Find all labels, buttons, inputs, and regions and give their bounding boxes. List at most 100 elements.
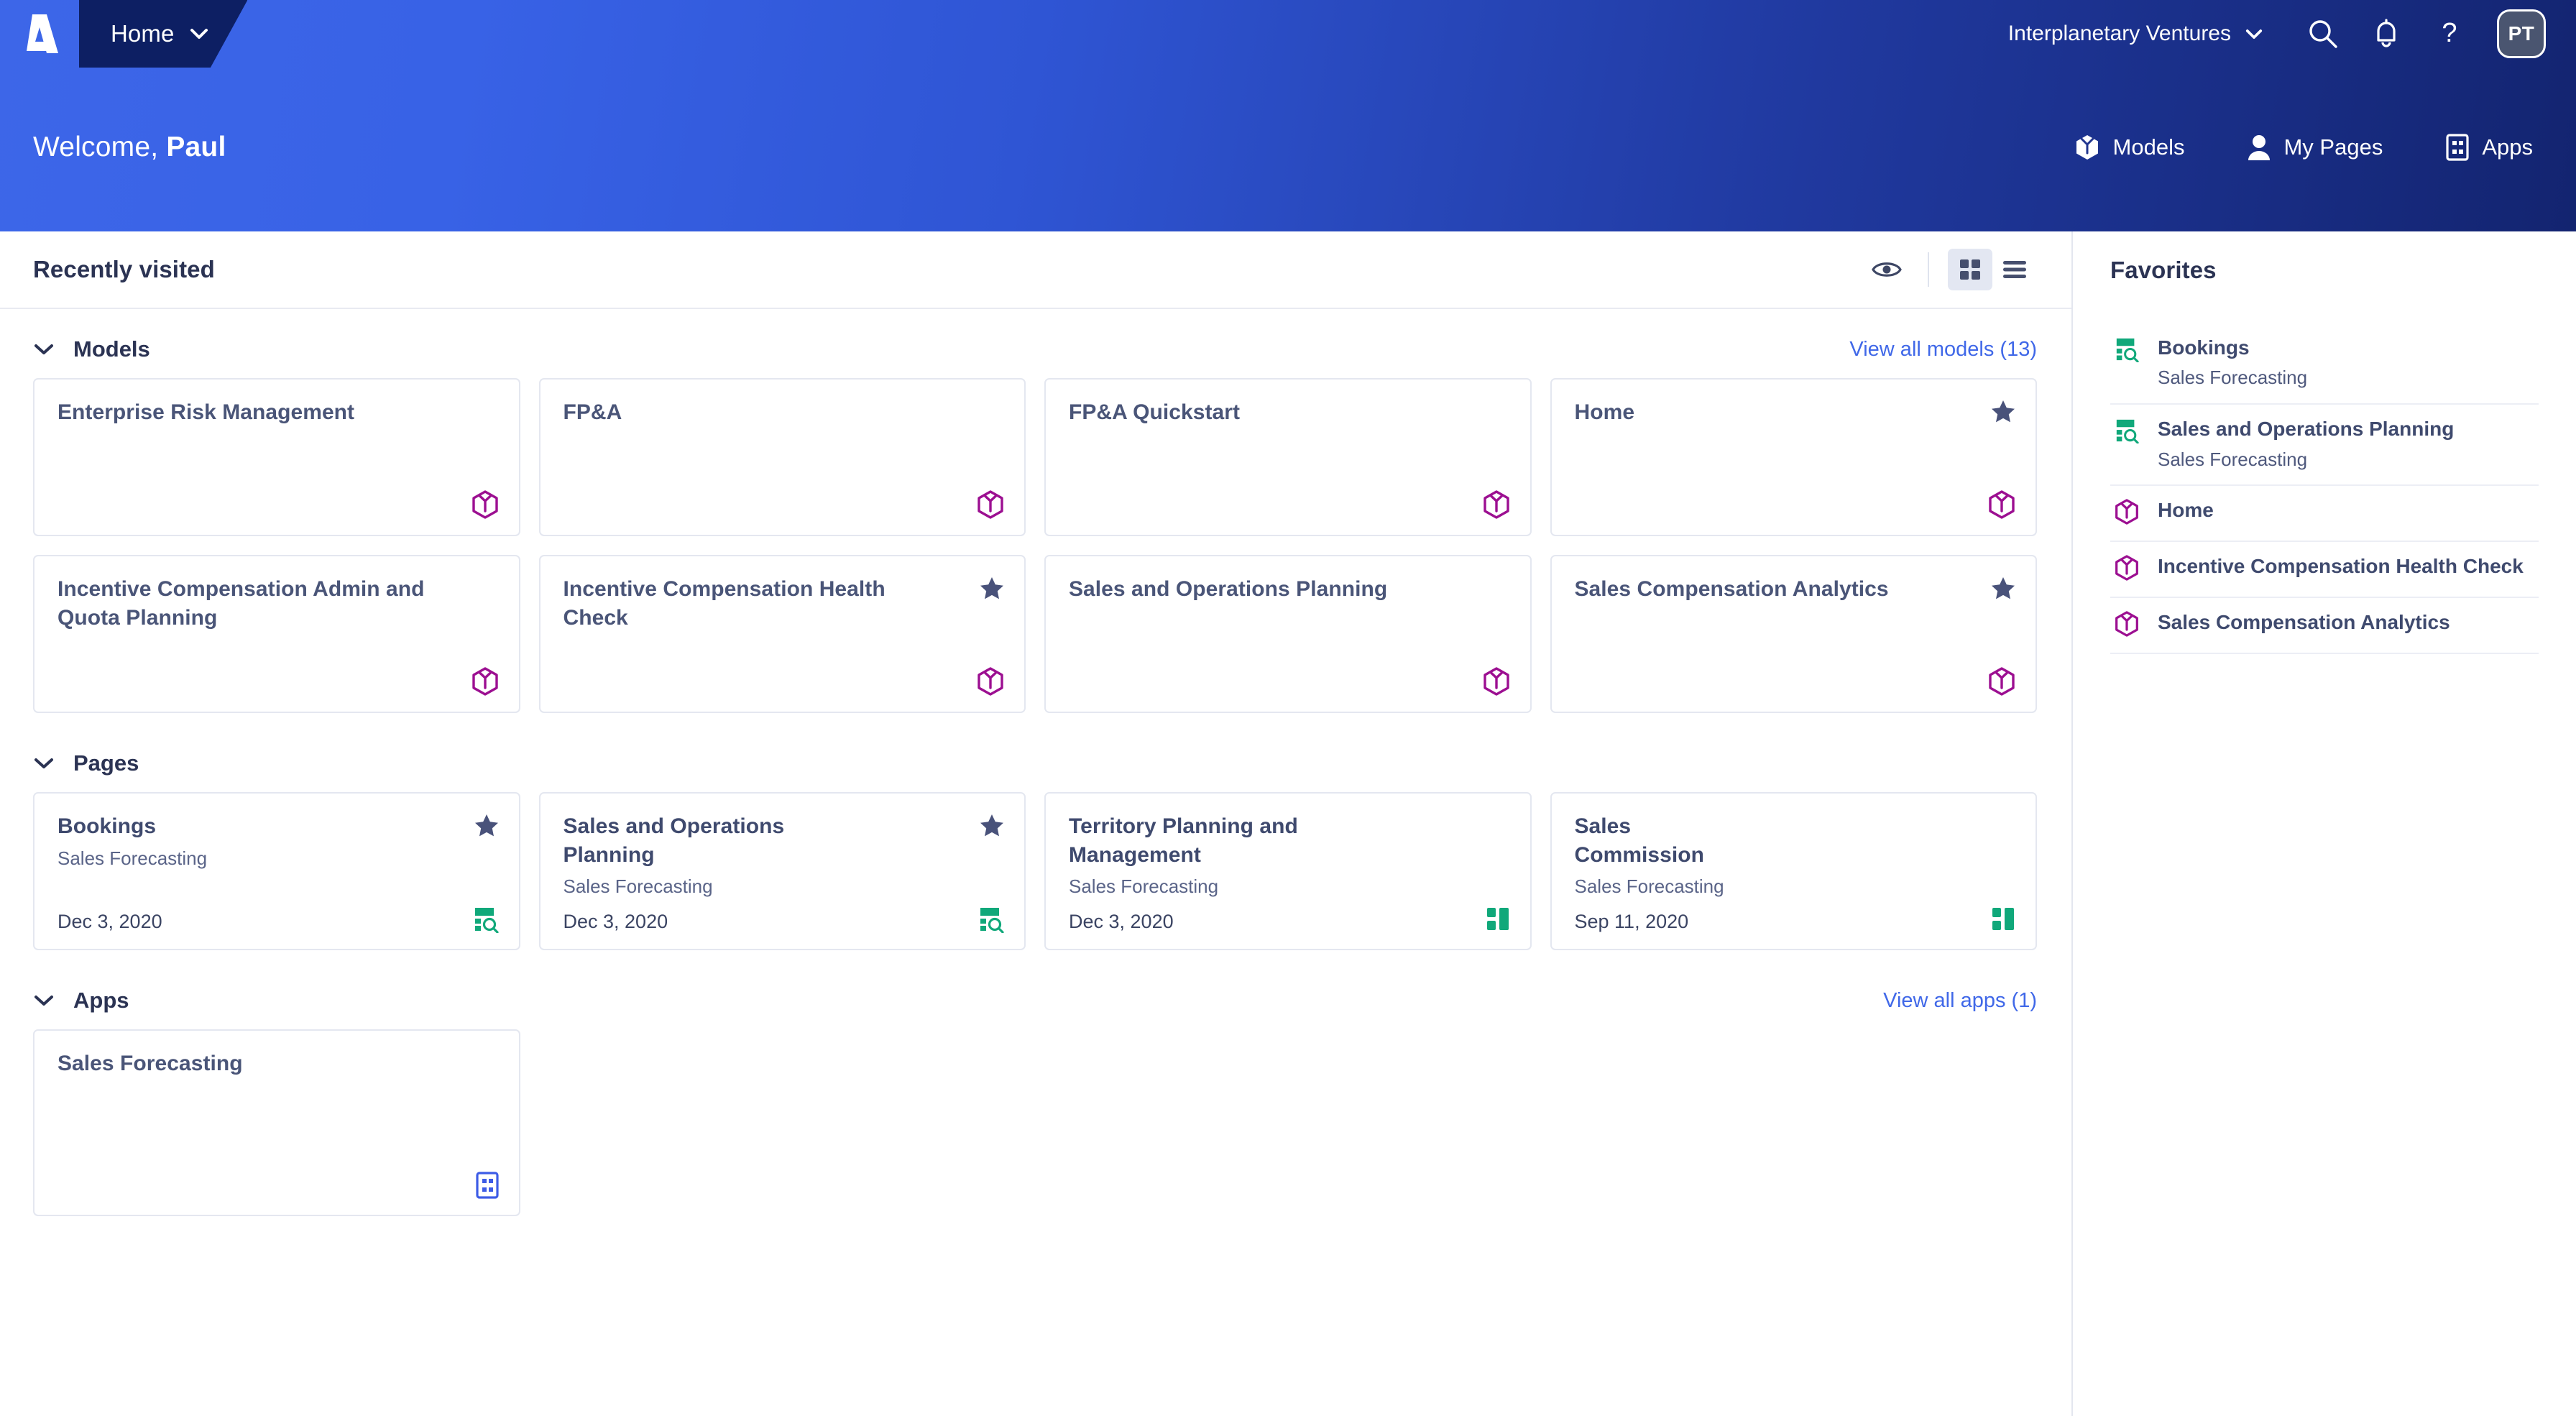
tenant-label: Interplanetary Ventures: [2007, 22, 2231, 45]
model-card[interactable]: Home: [1550, 378, 2037, 536]
home-tab[interactable]: Home: [79, 0, 247, 68]
model-cube-icon: [2110, 610, 2143, 638]
page-card-subtitle: Sales Forecasting: [58, 847, 208, 869]
chevron-down-icon[interactable]: [33, 757, 62, 770]
favorite-star-icon[interactable]: [980, 814, 1004, 840]
card-texts: Bookings Sales Forecasting: [58, 812, 207, 870]
page-card-date: Dec 3, 2020: [58, 911, 162, 932]
favorite-list-item[interactable]: Home: [2110, 486, 2539, 543]
model-card[interactable]: Incentive Compensation Admin and Quota P…: [33, 555, 520, 713]
view-all-apps-link[interactable]: View all apps (1): [1883, 989, 2037, 1013]
page-card[interactable]: Territory Planning and Management Sales …: [1044, 792, 1532, 950]
chevron-down-icon[interactable]: [33, 343, 62, 356]
card-top: Sales and Operations Planning Sales Fore…: [564, 812, 1005, 899]
card-top: Sales Commission Sales Forecasting: [1575, 812, 2016, 899]
card-bottom: Dec 3, 2020: [1069, 906, 1510, 933]
nav-apps-label: Apps: [2482, 134, 2533, 160]
favorites-list: Bookings Sales Forecasting Sales and Ope…: [2110, 309, 2539, 655]
page-card-title: Sales and Operations Planning: [563, 814, 785, 867]
favorite-name: Sales Compensation Analytics: [2158, 611, 2450, 634]
card-bottom: Dec 3, 2020: [58, 906, 499, 933]
main-content-column: Recently visited Models View all models …: [0, 231, 2073, 1416]
favorite-texts: Bookings Sales Forecasting: [2158, 335, 2307, 390]
model-card[interactable]: Enterprise Risk Management: [33, 378, 520, 536]
eye-icon[interactable]: [1864, 249, 1909, 290]
page-card[interactable]: Bookings Sales Forecasting Dec 3, 2020: [33, 792, 520, 950]
favorite-star-icon[interactable]: [474, 814, 499, 840]
card-bottom: Sep 11, 2020: [1575, 906, 2016, 933]
card-top: Territory Planning and Management Sales …: [1069, 812, 1510, 899]
favorite-list-item[interactable]: Incentive Compensation Health Check: [2110, 542, 2539, 599]
cube-icon: [2074, 134, 2100, 161]
favorite-texts: Incentive Compensation Health Check: [2158, 553, 2524, 579]
page-body: Recently visited Models View all models …: [0, 231, 2576, 1416]
model-cube-icon: [1483, 490, 1510, 519]
welcome-prefix: Welcome,: [33, 132, 167, 162]
anaplan-logo-icon[interactable]: [0, 0, 79, 68]
model-cube-icon: [1483, 667, 1510, 696]
card-bottom: [1069, 490, 1510, 519]
app-grid-icon: [2446, 134, 2469, 161]
card-top: FP&A: [564, 398, 1005, 427]
view-all-models-link[interactable]: View all models (13): [1849, 338, 2037, 362]
home-tab-label: Home: [111, 20, 175, 47]
card-top: Sales Compensation Analytics: [1575, 575, 2016, 604]
favorite-subtitle: Sales Forecasting: [2158, 367, 2308, 389]
search-icon[interactable]: [2297, 8, 2349, 60]
card-bottom: Dec 3, 2020: [564, 906, 1005, 933]
page-card-subtitle: Sales Forecasting: [1574, 875, 1724, 898]
chevron-down-icon: [2245, 29, 2263, 40]
pages-card-grid: Bookings Sales Forecasting Dec 3, 2020 S…: [33, 792, 2037, 960]
model-cube-icon: [977, 490, 1004, 519]
model-card[interactable]: Incentive Compensation Health Check: [538, 555, 1026, 713]
tenant-selector[interactable]: Interplanetary Ventures: [2008, 22, 2263, 46]
pages-section-title: Pages: [73, 750, 139, 776]
chevron-down-icon: [190, 28, 208, 40]
model-card-title: FP&A: [563, 400, 622, 424]
model-cube-icon: [2110, 553, 2143, 581]
chevron-down-icon[interactable]: [33, 994, 62, 1007]
card-top: Enterprise Risk Management: [58, 398, 499, 427]
avatar[interactable]: PT: [2497, 9, 2546, 58]
model-card[interactable]: FP&A Quickstart: [1044, 378, 1532, 536]
models-card-grid: Enterprise Risk Management FP&A FP&A Qui…: [33, 378, 2037, 723]
page-card-title: Territory Planning and Management: [1069, 814, 1298, 867]
favorite-star-icon[interactable]: [1991, 576, 2015, 603]
page-card[interactable]: Sales Commission Sales Forecasting Sep 1…: [1550, 792, 2037, 950]
card-bottom: [564, 667, 1005, 696]
welcome-row: Welcome, Paul Models My Pages Apps: [0, 115, 2576, 180]
favorite-list-item[interactable]: Bookings Sales Forecasting: [2110, 323, 2539, 405]
page-card[interactable]: Sales and Operations Planning Sales Fore…: [538, 792, 1026, 950]
nav-models-button[interactable]: Models: [2074, 134, 2184, 161]
apps-section-title: Apps: [73, 988, 129, 1013]
bell-icon[interactable]: [2360, 8, 2412, 60]
question-mark-icon[interactable]: ?: [2424, 8, 2475, 60]
apps-card-grid: Sales Forecasting: [33, 1029, 2037, 1216]
card-bottom: [58, 667, 499, 696]
favorite-star-icon[interactable]: [1991, 400, 2015, 426]
grid-view-icon[interactable]: [1948, 249, 1992, 290]
app-card[interactable]: Sales Forecasting: [33, 1029, 520, 1216]
favorite-subtitle: Sales Forecasting: [2158, 448, 2308, 470]
card-top: Incentive Compensation Health Check: [564, 575, 1005, 632]
model-card[interactable]: Sales and Operations Planning: [1044, 555, 1532, 713]
favorite-star-icon[interactable]: [980, 576, 1004, 603]
favorite-name: Bookings: [2158, 336, 2250, 359]
model-cube-icon: [472, 490, 499, 519]
model-card[interactable]: FP&A: [538, 378, 1026, 536]
card-bottom: [564, 490, 1005, 519]
model-card-title: Sales Compensation Analytics: [1574, 577, 1889, 601]
list-view-icon[interactable]: [1992, 249, 2037, 290]
model-card[interactable]: Sales Compensation Analytics: [1550, 555, 2037, 713]
card-texts: Sales Commission Sales Forecasting: [1575, 812, 1767, 899]
report-page-icon: [2110, 416, 2143, 444]
favorite-list-item[interactable]: Sales and Operations Planning Sales Fore…: [2110, 405, 2539, 487]
nav-my-pages-button[interactable]: My Pages: [2248, 134, 2383, 161]
favorite-list-item[interactable]: Sales Compensation Analytics: [2110, 598, 2539, 655]
apps-section: Apps View all apps (1) Sales Forecasting: [0, 960, 2071, 1216]
apps-section-header: Apps View all apps (1): [33, 960, 2037, 1029]
view-controls-divider: [1928, 252, 1929, 287]
top-banner: Home Interplanetary Ventures ? PT Welcom…: [0, 0, 2576, 231]
banner-navigation: Models My Pages Apps: [2011, 134, 2533, 161]
nav-apps-button[interactable]: Apps: [2446, 134, 2533, 161]
